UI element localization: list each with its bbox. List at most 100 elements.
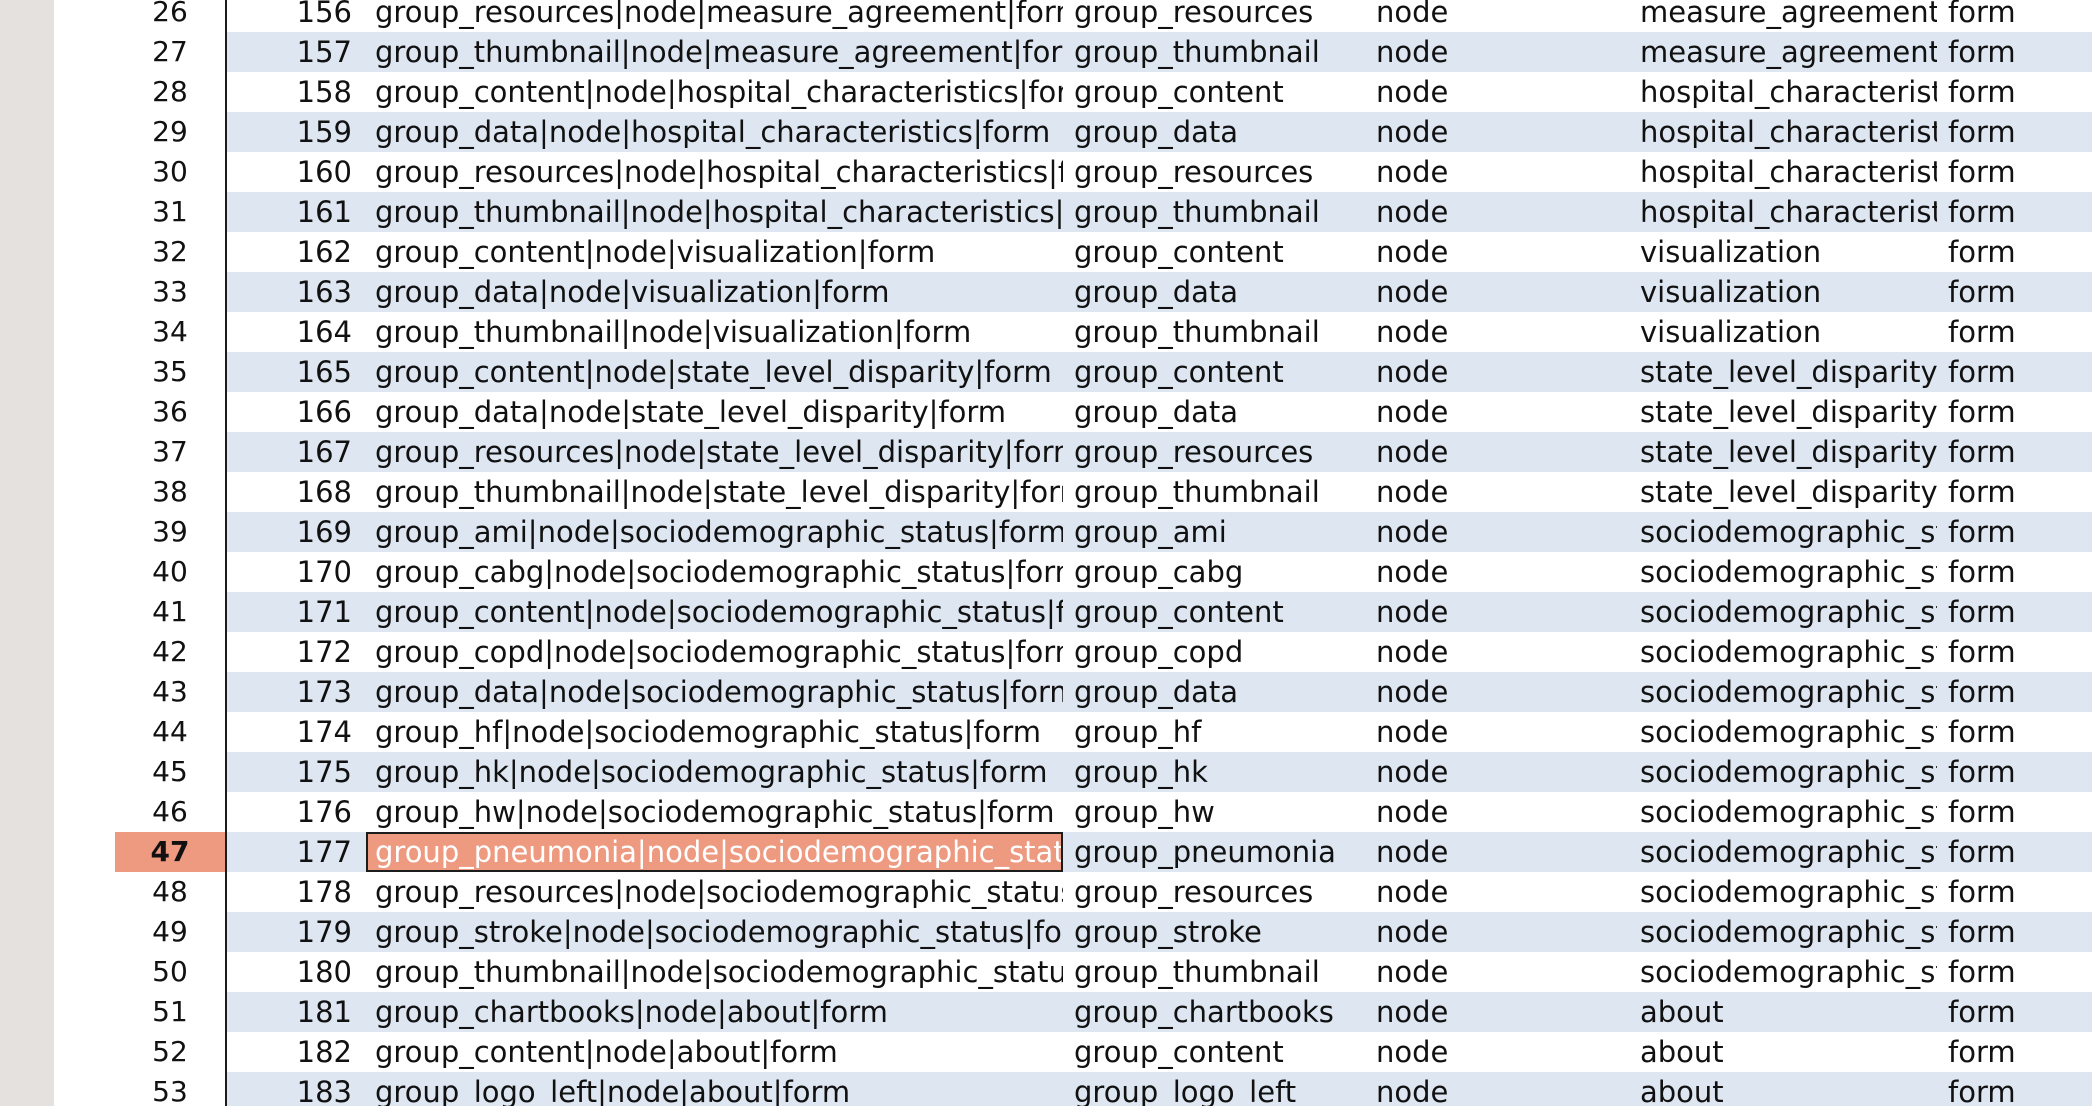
cell-group-name[interactable]: group_thumbnail [1063, 952, 1365, 992]
cell-composite-key[interactable]: group_data|node|hospital_characteristics… [366, 112, 1063, 152]
cell-composite-key[interactable]: group_thumbnail|node|measure_agreement|f… [366, 32, 1063, 72]
spreadsheet-grid[interactable]: 26 156 group_resources|node|measure_agreem… [54, 0, 2092, 1106]
cell-group-name[interactable]: group_logo_left [1063, 1072, 1365, 1106]
table-row[interactable]: 48 178 group_resources|node|sociodemograph… [54, 872, 2092, 912]
cell-group-name[interactable]: group_content [1063, 1032, 1365, 1072]
cell-bundle[interactable]: sociodemographic_sta [1629, 592, 1937, 632]
cell-entity-type[interactable]: node [1365, 392, 1629, 432]
cell-bundle[interactable]: state_level_disparity [1629, 432, 1937, 472]
cell-composite-key[interactable]: group_content|node|state_level_disparity… [366, 352, 1063, 392]
table-row[interactable]: 44 174 group_hf|node|sociodemographic_stat… [54, 712, 2092, 752]
cell-composite-key[interactable]: group_hw|node|sociodemographic_status|fo… [366, 792, 1063, 832]
cell-entity-type[interactable]: node [1365, 0, 1629, 32]
cell-composite-key[interactable]: group_ami|node|sociodemographic_status|f… [366, 512, 1063, 552]
cell-group-name[interactable]: group_hf [1063, 712, 1365, 752]
table-row[interactable]: 39 169 group_ami|node|sociodemographic_sta… [54, 512, 2092, 552]
table-row[interactable]: 45 175 group_hk|node|sociodemographic_stat… [54, 752, 2092, 792]
cell-group-name[interactable]: group_content [1063, 352, 1365, 392]
cell-entity-type[interactable]: node [1365, 232, 1629, 272]
cell-entity-type[interactable]: node [1365, 512, 1629, 552]
cell-id[interactable]: 169 [227, 512, 366, 552]
cell-mode[interactable]: form [1937, 1072, 2092, 1106]
cell-mode[interactable]: form [1937, 512, 2092, 552]
cell-id[interactable]: 165 [227, 352, 366, 392]
cell-entity-type[interactable]: node [1365, 632, 1629, 672]
cell-composite-key[interactable]: group_data|node|state_level_disparity|fo… [366, 392, 1063, 432]
cell-composite-key[interactable]: group_pneumonia|node|sociodemographic_st… [366, 832, 1063, 872]
cell-entity-type[interactable]: node [1365, 1072, 1629, 1106]
cell-group-name[interactable]: group_stroke [1063, 912, 1365, 952]
cell-id[interactable]: 166 [227, 392, 366, 432]
cell-group-name[interactable]: group_thumbnail [1063, 312, 1365, 352]
cell-composite-key[interactable]: group_content|node|sociodemographic_stat… [366, 592, 1063, 632]
cell-id[interactable]: 161 [227, 192, 366, 232]
cell-entity-type[interactable]: node [1365, 152, 1629, 192]
cell-bundle[interactable]: about [1629, 1032, 1937, 1072]
cell-composite-key[interactable]: group_cabg|node|sociodemographic_status|… [366, 552, 1063, 592]
row-header[interactable]: 27 [115, 32, 227, 72]
cell-mode[interactable]: form [1937, 712, 2092, 752]
cell-composite-key[interactable]: group_chartbooks|node|about|form [366, 992, 1063, 1032]
cell-id[interactable]: 182 [227, 1032, 366, 1072]
cell-group-name[interactable]: group_resources [1063, 152, 1365, 192]
cell-bundle[interactable]: sociodemographic_sta [1629, 912, 1937, 952]
row-header[interactable]: 28 [115, 72, 227, 112]
cell-id[interactable]: 174 [227, 712, 366, 752]
cell-bundle[interactable]: sociodemographic_sta [1629, 832, 1937, 872]
cell-id[interactable]: 168 [227, 472, 366, 512]
cell-group-name[interactable]: group_thumbnail [1063, 472, 1365, 512]
cell-entity-type[interactable]: node [1365, 872, 1629, 912]
row-header[interactable]: 47 [115, 832, 227, 872]
cell-bundle[interactable]: state_level_disparity [1629, 392, 1937, 432]
cell-composite-key[interactable]: group_thumbnail|node|visualization|form [366, 312, 1063, 352]
cell-bundle[interactable]: about [1629, 992, 1937, 1032]
cell-bundle[interactable]: hospital_characteristi [1629, 72, 1937, 112]
cell-group-name[interactable]: group_data [1063, 672, 1365, 712]
cell-entity-type[interactable]: node [1365, 32, 1629, 72]
cell-bundle[interactable]: hospital_characteristi [1629, 192, 1937, 232]
row-header[interactable]: 48 [115, 872, 227, 912]
cell-group-name[interactable]: group_resources [1063, 432, 1365, 472]
cell-entity-type[interactable]: node [1365, 312, 1629, 352]
table-row[interactable]: 36 166 group_data|node|state_level_dispari… [54, 392, 2092, 432]
cell-mode[interactable]: form [1937, 992, 2092, 1032]
table-row[interactable]: 51 181 group_chartbooks|node|about|form gro… [54, 992, 2092, 1032]
cell-group-name[interactable]: group_content [1063, 232, 1365, 272]
table-row[interactable]: 47 177 group_pneumonia|node|sociodemograph… [54, 832, 2092, 872]
cell-group-name[interactable]: group_ami [1063, 512, 1365, 552]
cell-entity-type[interactable]: node [1365, 1032, 1629, 1072]
cell-mode[interactable]: form [1937, 872, 2092, 912]
cell-mode[interactable]: form [1937, 472, 2092, 512]
cell-entity-type[interactable]: node [1365, 712, 1629, 752]
cell-composite-key[interactable]: group_data|node|sociodemographic_status|… [366, 672, 1063, 712]
table-row[interactable]: 38 168 group_thumbnail|node|state_level_di… [54, 472, 2092, 512]
cell-entity-type[interactable]: node [1365, 432, 1629, 472]
cell-bundle[interactable]: sociodemographic_sta [1629, 792, 1937, 832]
cell-mode[interactable]: form [1937, 752, 2092, 792]
cell-group-name[interactable]: group_thumbnail [1063, 32, 1365, 72]
cell-id[interactable]: 176 [227, 792, 366, 832]
cell-group-name[interactable]: group_hw [1063, 792, 1365, 832]
cell-composite-key[interactable]: group_copd|node|sociodemographic_status|… [366, 632, 1063, 672]
cell-mode[interactable]: form [1937, 952, 2092, 992]
row-header[interactable]: 30 [115, 152, 227, 192]
cell-entity-type[interactable]: node [1365, 992, 1629, 1032]
cell-id[interactable]: 167 [227, 432, 366, 472]
cell-entity-type[interactable]: node [1365, 72, 1629, 112]
cell-bundle[interactable]: sociodemographic_sta [1629, 752, 1937, 792]
cell-bundle[interactable]: measure_agreement [1629, 32, 1937, 72]
cell-mode[interactable]: form [1937, 152, 2092, 192]
row-header[interactable]: 45 [115, 752, 227, 792]
cell-id[interactable]: 180 [227, 952, 366, 992]
cell-mode[interactable]: form [1937, 432, 2092, 472]
table-row[interactable]: 34 164 group_thumbnail|node|visualization|… [54, 312, 2092, 352]
cell-id[interactable]: 172 [227, 632, 366, 672]
cell-entity-type[interactable]: node [1365, 192, 1629, 232]
cell-entity-type[interactable]: node [1365, 552, 1629, 592]
cell-mode[interactable]: form [1937, 0, 2092, 32]
table-row[interactable]: 32 162 group_content|node|visualization|fo… [54, 232, 2092, 272]
cell-composite-key[interactable]: group_thumbnail|node|state_level_dispari… [366, 472, 1063, 512]
table-row[interactable]: 28 158 group_content|node|hospital_charact… [54, 72, 2092, 112]
cell-bundle[interactable]: state_level_disparity [1629, 352, 1937, 392]
cell-group-name[interactable]: group_pneumonia [1063, 832, 1365, 872]
